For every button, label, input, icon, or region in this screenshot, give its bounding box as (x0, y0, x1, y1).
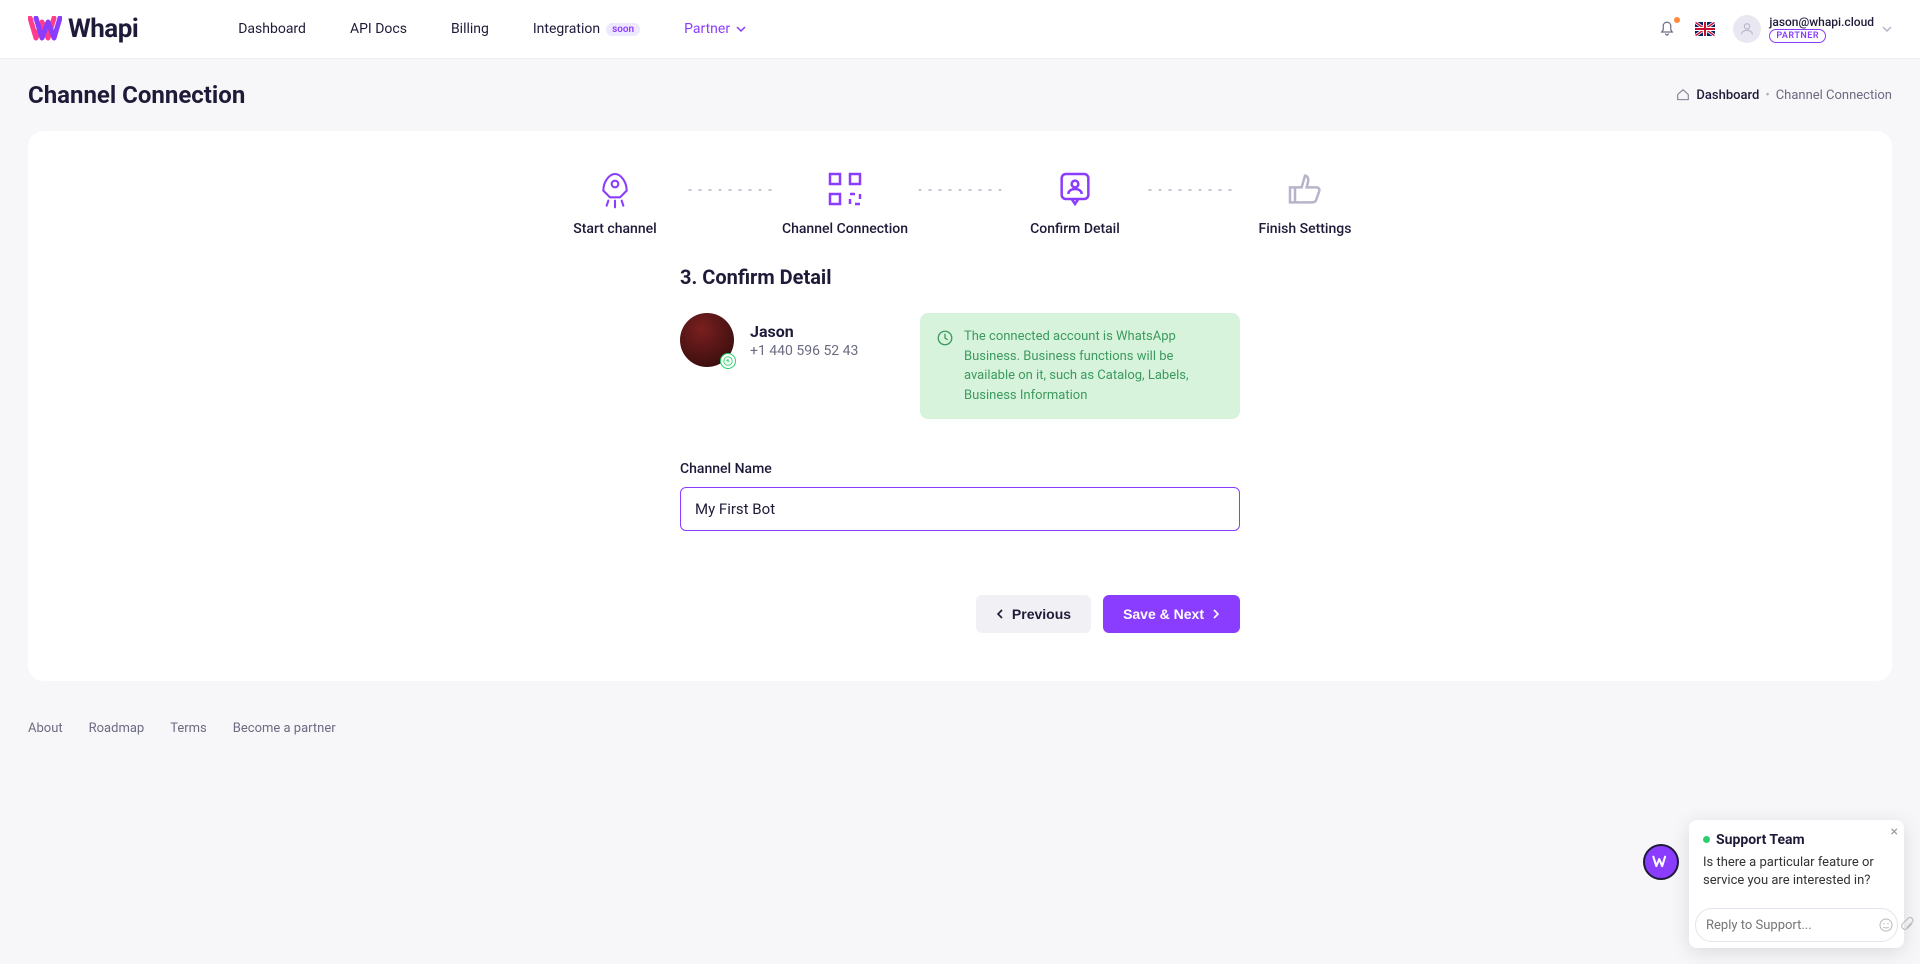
soon-badge: soon (606, 23, 640, 36)
notification-dot (1674, 17, 1680, 23)
nav-dashboard[interactable]: Dashboard (238, 21, 306, 37)
chat-header: Support Team (1689, 820, 1904, 852)
chat-launcher[interactable] (1643, 844, 1679, 880)
topbar: Whapi Dashboard API Docs Billing Integra… (0, 0, 1920, 59)
footer: About Roadmap Terms Become a partner (0, 705, 1920, 752)
button-row: Previous Save & Next (680, 595, 1240, 633)
nav-billing[interactable]: Billing (451, 21, 489, 37)
profile-avatar (680, 313, 734, 367)
step-connector (1144, 189, 1236, 191)
channel-name-input[interactable] (680, 487, 1240, 531)
emoji-icon[interactable] (1878, 917, 1894, 933)
main-nav: Dashboard API Docs Billing Integration s… (238, 21, 746, 37)
main-card: Start channel Channel Connection Confirm… (28, 131, 1892, 681)
footer-about[interactable]: About (28, 721, 63, 736)
arrow-right-icon (1210, 609, 1220, 619)
step-connector (914, 189, 1006, 191)
button-label: Previous (1012, 606, 1071, 622)
breadcrumb-sep: • (1765, 88, 1769, 103)
user-icon (1739, 21, 1755, 37)
user-role-pill: PARTNER (1769, 29, 1826, 43)
chat-actions (1878, 917, 1916, 933)
step-connector (684, 189, 776, 191)
nav-partner-label: Partner (684, 21, 730, 37)
arrow-left-icon (996, 609, 1006, 619)
step-label: Finish Settings (1259, 221, 1352, 237)
nav-integration[interactable]: Integration soon (533, 21, 640, 37)
step-label: Confirm Detail (1030, 221, 1120, 237)
chat-widget: × Support Team Is there a particular fea… (1643, 820, 1904, 948)
nav-partner[interactable]: Partner (684, 21, 746, 37)
profile-phone: +1 440 596 52 43 (750, 343, 858, 359)
section-title: 3. Confirm Detail (680, 265, 1240, 289)
user-badge-icon (1055, 169, 1095, 209)
profile-row: Jason +1 440 596 52 43 The connected acc… (680, 313, 1240, 419)
footer-terms[interactable]: Terms (170, 721, 207, 736)
profile-name: Jason (750, 322, 858, 341)
confirm-section: 3. Confirm Detail Jason +1 440 596 52 43… (680, 265, 1240, 633)
save-next-button[interactable]: Save & Next (1103, 595, 1240, 633)
logo[interactable]: Whapi (28, 14, 138, 44)
chat-input-row (1695, 908, 1898, 942)
logo-text: Whapi (68, 14, 138, 44)
business-banner: The connected account is WhatsApp Busine… (920, 313, 1240, 419)
user-meta: jason@whapi.cloud PARTNER (1769, 15, 1874, 43)
nav-api-docs[interactable]: API Docs (350, 21, 407, 37)
thumbs-up-icon (1285, 169, 1325, 209)
stepper: Start channel Channel Connection Confirm… (550, 169, 1370, 237)
nav-integration-label: Integration (533, 21, 600, 37)
step-channel-connection[interactable]: Channel Connection (780, 169, 910, 237)
footer-roadmap[interactable]: Roadmap (89, 721, 145, 736)
profile-left: Jason +1 440 596 52 43 (680, 313, 920, 367)
channel-name-label: Channel Name (680, 461, 1240, 477)
chat-title-text: Support Team (1716, 832, 1805, 848)
step-label: Start channel (573, 221, 656, 237)
banner-text: The connected account is WhatsApp Busine… (964, 327, 1224, 405)
attachment-icon[interactable] (1900, 917, 1916, 933)
page-header: Channel Connection Dashboard • Channel C… (0, 59, 1920, 121)
chat-title: Support Team (1703, 832, 1890, 848)
user-email: jason@whapi.cloud (1769, 15, 1874, 29)
button-label: Save & Next (1123, 606, 1204, 622)
footer-become-partner[interactable]: Become a partner (233, 721, 336, 736)
logo-icon (28, 16, 62, 42)
step-label: Channel Connection (782, 221, 908, 237)
breadcrumb-current: Channel Connection (1776, 88, 1892, 103)
whatsapp-business-icon (720, 353, 736, 369)
qr-icon (825, 169, 865, 209)
home-icon (1676, 88, 1690, 102)
step-confirm-detail[interactable]: Confirm Detail (1010, 169, 1140, 237)
notifications-button[interactable] (1657, 19, 1677, 39)
chat-close-button[interactable]: × (1891, 824, 1898, 840)
chat-input[interactable] (1706, 918, 1872, 933)
user-menu[interactable]: jason@whapi.cloud PARTNER (1733, 15, 1892, 43)
chat-box: × Support Team Is there a particular fea… (1689, 820, 1904, 948)
previous-button[interactable]: Previous (976, 595, 1091, 633)
chevron-down-icon (1882, 26, 1892, 32)
step-start-channel[interactable]: Start channel (550, 169, 680, 237)
chevron-down-icon (736, 26, 746, 32)
language-button[interactable] (1695, 19, 1715, 39)
topbar-right: jason@whapi.cloud PARTNER (1657, 15, 1892, 43)
user-avatar (1733, 15, 1761, 43)
info-icon (936, 329, 954, 405)
step-finish-settings[interactable]: Finish Settings (1240, 169, 1370, 237)
chat-message: Is there a particular feature or service… (1689, 852, 1904, 902)
online-dot-icon (1703, 836, 1710, 843)
bell-icon (1658, 20, 1676, 38)
breadcrumb-dashboard[interactable]: Dashboard (1696, 88, 1759, 103)
rocket-icon (595, 169, 635, 209)
page-title: Channel Connection (28, 81, 245, 109)
profile-info: Jason +1 440 596 52 43 (750, 322, 858, 359)
flag-uk-icon (1695, 22, 1715, 36)
whapi-small-icon (1651, 854, 1671, 870)
breadcrumb: Dashboard • Channel Connection (1676, 88, 1892, 103)
